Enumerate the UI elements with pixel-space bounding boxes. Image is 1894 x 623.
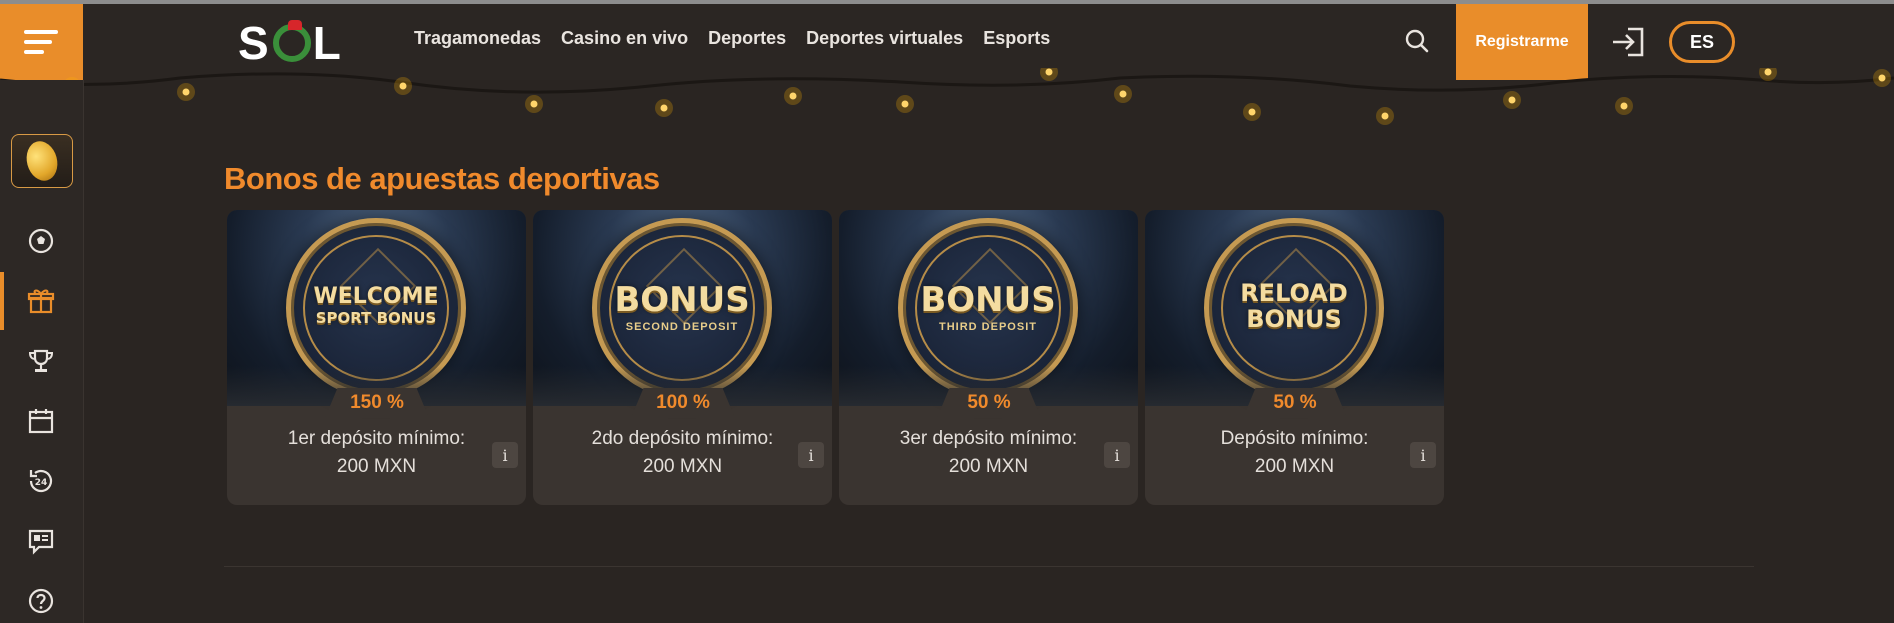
bonus-description: Depósito mínimo: 200 MXN [1220, 428, 1369, 477]
football-icon[interactable] [24, 224, 58, 258]
bonus-medal-badge: BONUS THIRD DEPOSIT [898, 218, 1078, 398]
search-icon[interactable] [1404, 28, 1430, 54]
page-title: Bonos de apuestas deportivas [224, 160, 660, 196]
bonus-percent: 50 % [937, 388, 1041, 418]
bonus-cards: WELCOME SPORT BONUS 150 % 1er depósito m… [227, 210, 1444, 505]
bonus-percent: 50 % [1243, 388, 1347, 418]
bonus-image: WELCOME SPORT BONUS [227, 210, 526, 406]
menu-button[interactable] [0, 4, 83, 80]
bonus-description: 3er depósito mínimo: 200 MXN [899, 428, 1078, 477]
bonus-card[interactable]: BONUS THIRD DEPOSIT 50 % 3er depósito mí… [839, 210, 1138, 505]
bonus-medal-badge: BONUS SECOND DEPOSIT [592, 218, 772, 398]
hamburger-icon [23, 30, 58, 54]
bonus-medal-badge: WELCOME SPORT BONUS [286, 218, 466, 398]
svg-text:24: 24 [35, 478, 48, 488]
section-divider [224, 566, 1754, 567]
info-button[interactable]: i [1410, 442, 1436, 468]
bonus-image: BONUS THIRD DEPOSIT [839, 210, 1138, 406]
sol-logo[interactable]: SL [238, 17, 343, 69]
coin-bonus-icon[interactable] [11, 134, 73, 188]
bonus-description: 1er depósito mínimo: 200 MXN [287, 428, 466, 477]
bonus-image: RELOAD BONUS [1145, 210, 1444, 406]
bonus-percent: 150 % [325, 388, 429, 418]
bonus-image: BONUS SECOND DEPOSIT [533, 210, 832, 406]
nav-deportes-virtuales[interactable]: Deportes virtuales [806, 28, 963, 49]
nav-esports[interactable]: Esports [983, 28, 1050, 49]
info-button[interactable]: i [798, 442, 824, 468]
bonus-description: 2do depósito mínimo: 200 MXN [591, 428, 774, 477]
main-nav: Tragamonedas Casino en vivo Deportes Dep… [414, 28, 1070, 49]
trophy-icon[interactable] [24, 344, 58, 378]
info-button[interactable]: i [1104, 442, 1130, 468]
bonus-card[interactable]: WELCOME SPORT BONUS 150 % 1er depósito m… [227, 210, 526, 505]
register-button[interactable]: Registrarme [1456, 4, 1588, 80]
sidebar-active-indicator [0, 272, 4, 330]
language-button[interactable]: ES [1669, 21, 1735, 63]
help-icon[interactable] [24, 584, 58, 618]
info-button[interactable]: i [492, 442, 518, 468]
news-icon[interactable] [24, 524, 58, 558]
bonus-card[interactable]: BONUS SECOND DEPOSIT 100 % 2do depósito … [533, 210, 832, 505]
gift-icon[interactable] [24, 284, 58, 318]
login-icon[interactable] [1610, 26, 1646, 58]
nav-deportes[interactable]: Deportes [708, 28, 786, 49]
support-24-icon[interactable]: 24 [24, 464, 58, 498]
bonus-medal-badge: RELOAD BONUS [1204, 218, 1384, 398]
bonus-card[interactable]: RELOAD BONUS 50 % Depósito mínimo: 200 M… [1145, 210, 1444, 505]
nav-casino-en-vivo[interactable]: Casino en vivo [561, 28, 688, 49]
calendar-icon[interactable] [24, 404, 58, 438]
nav-tragamonedas[interactable]: Tragamonedas [414, 28, 541, 49]
bonus-percent: 100 % [631, 388, 735, 418]
